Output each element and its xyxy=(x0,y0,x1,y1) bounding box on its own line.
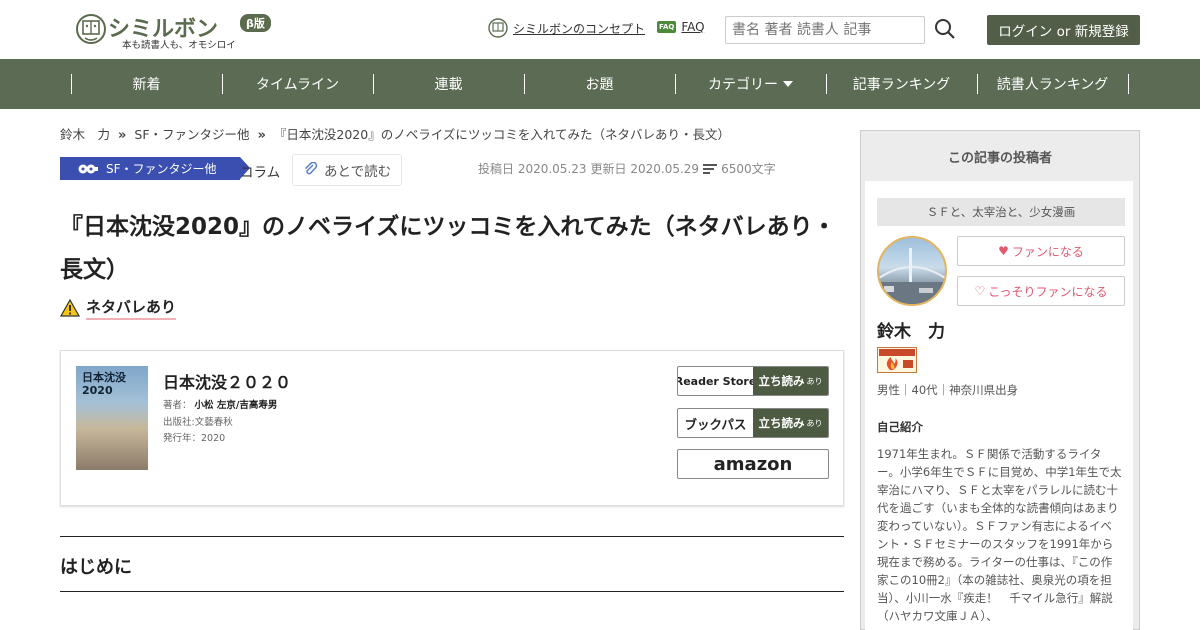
posted-date: 投稿日 2020.05.23 xyxy=(478,162,587,176)
nav-item-category[interactable]: カテゴリー xyxy=(675,59,826,109)
author-meta: 男性｜40代｜神奈川県出身 xyxy=(877,383,1019,397)
book-cover-title: 日本沈没2020 xyxy=(82,371,126,397)
faq-icon: FAQ xyxy=(657,21,677,33)
book-year: 発行年：2020 xyxy=(163,433,226,444)
article-title: 『日本沈没2020』のノベライズにツッコミを入れてみた（ネタバレあり・長文） xyxy=(60,214,836,283)
read-later-label: あとで読む xyxy=(324,164,392,180)
category-badge-label: SF・ファンタジー他 xyxy=(106,162,217,176)
avatar[interactable] xyxy=(877,236,947,306)
nav-item-label: 読書人ランキング xyxy=(996,77,1109,93)
text-lines-icon xyxy=(703,163,718,174)
store-action-label: 立ち読み xyxy=(758,374,805,388)
nav-item-timeline[interactable]: タイムライン xyxy=(222,59,373,109)
faq-link-label[interactable]: FAQ xyxy=(681,20,704,34)
amazon-logo: amazon xyxy=(713,453,793,475)
author-sidebar: この記事の投稿者 ＳＦと、太宰治と、少女漫画 ♥ ファンになる ♡ こっそりファ… xyxy=(860,130,1140,630)
concept-link-label[interactable]: シミルボンのコンセプト xyxy=(513,20,645,37)
store-action: 立ち読み あり xyxy=(753,409,828,437)
site-logo[interactable]: シミルボン β版 本も読書人も、オモシロイ xyxy=(76,10,276,51)
author-tagline: ＳＦと、太宰治と、少女漫画 xyxy=(877,198,1125,226)
nav-item-label: お題 xyxy=(585,77,614,93)
store-action-note: あり xyxy=(806,376,823,386)
book-author: 著者： 小松 左京/吉高寿男 xyxy=(163,397,277,411)
nav-item-label: 新着 xyxy=(132,77,161,93)
article-type-tag: コラム xyxy=(240,165,281,181)
category-badge[interactable]: SF・ファンタジー他 xyxy=(60,157,250,180)
nav-item-series[interactable]: 連載 xyxy=(373,59,524,109)
intro-text: 1971年生まれ。ＳＦ関係で活動するライター。小学6年生でＳＦに目覚め、中学1年… xyxy=(877,447,1122,623)
breadcrumb-separator: » xyxy=(118,128,127,143)
nav-item-label: タイムライン xyxy=(255,77,340,93)
breadcrumb-separator: » xyxy=(257,128,266,143)
intro-heading: 自己紹介 xyxy=(877,420,923,434)
section-divider xyxy=(60,536,844,537)
read-later-button[interactable]: あとで読む xyxy=(292,154,402,186)
spoiler-label: ネタバレあり xyxy=(86,296,177,320)
store-name: ブックパス xyxy=(684,416,747,432)
article-meta: 投稿日 2020.05.23 更新日 2020.05.29 6500文字 xyxy=(478,160,776,177)
breadcrumb-author[interactable]: 鈴木 力 xyxy=(60,127,110,142)
fan-button[interactable]: ♥ ファンになる xyxy=(957,236,1125,266)
spoiler-warning: ネタバレあり xyxy=(60,296,177,320)
sidebar-heading: この記事の投稿者 xyxy=(947,150,1052,166)
book-title[interactable]: 日本沈没２０２０ xyxy=(163,369,291,393)
fan-button-label: ファンになる xyxy=(1011,244,1084,259)
char-count: 6500文字 xyxy=(721,162,776,176)
secret-fan-button[interactable]: ♡ こっそりファンになる xyxy=(957,276,1125,306)
section-divider xyxy=(60,591,844,592)
book-mascot-icon xyxy=(488,18,508,38)
bookpass-button[interactable]: ブックパス 立ち読み あり xyxy=(677,408,829,438)
warning-icon xyxy=(60,299,80,317)
nav-divider xyxy=(1128,74,1129,94)
reader-store-button[interactable]: Reader Store 立ち読み あり xyxy=(677,366,829,396)
store-action-note: あり xyxy=(806,418,823,428)
nav-item-label: 記事ランキング xyxy=(852,77,951,93)
nav-item-new[interactable]: 新着 xyxy=(71,59,222,109)
heart-icon: ♥ xyxy=(998,244,1009,258)
faq-link[interactable]: FAQ FAQ xyxy=(657,20,705,34)
store-action: 立ち読み あり xyxy=(753,367,828,395)
breadcrumb-article: 『日本沈没2020』のノベライズにツッコミを入れてみた（ネタバレあり・長文） xyxy=(273,127,730,142)
author-name[interactable]: 鈴木 力 xyxy=(877,317,945,342)
book-author-label: 著者： xyxy=(163,400,192,411)
film-reel-icon xyxy=(78,164,98,173)
author-profile: ＳＦと、太宰治と、少女漫画 ♥ ファンになる ♡ こっそりファンになる 鈴木 力 xyxy=(865,181,1133,630)
nav-item-label: 連載 xyxy=(434,77,463,93)
book-card: 日本沈没2020 日本沈没２０２０ 著者： 小松 左京/吉高寿男 出版社:文藝春… xyxy=(60,350,844,506)
book-author-name[interactable]: 小松 左京/吉高寿男 xyxy=(195,400,278,411)
amazon-button[interactable]: amazon xyxy=(677,449,829,479)
section-heading: はじめに xyxy=(60,557,132,578)
secret-fan-button-label: こっそりファンになる xyxy=(988,284,1108,299)
torch-level-icon xyxy=(879,349,915,370)
beta-badge: β版 xyxy=(240,14,271,32)
chevron-down-icon xyxy=(783,81,793,87)
main-nav: 新着 タイムライン 連載 お題 カテゴリー 記事ランキング 読書人ランキング xyxy=(0,59,1200,109)
paperclip-icon xyxy=(304,162,318,175)
nav-item-article-ranking[interactable]: 記事ランキング xyxy=(826,59,977,109)
search-icon[interactable] xyxy=(934,18,956,40)
nav-item-topics[interactable]: お題 xyxy=(524,59,675,109)
store-name: Reader Store xyxy=(677,374,757,388)
torch-badge-icon xyxy=(877,347,917,373)
book-publisher: 出版社:文藝春秋 xyxy=(163,417,233,428)
book-mascot-icon xyxy=(76,14,106,44)
store-action-label: 立ち読み xyxy=(758,416,805,430)
breadcrumb-category[interactable]: SF・ファンタジー他 xyxy=(134,127,249,142)
concept-link[interactable]: シミルボンのコンセプト xyxy=(488,18,645,38)
nav-item-reader-ranking[interactable]: 読書人ランキング xyxy=(977,59,1128,109)
logo-tagline: 本も読書人も、オモシロイ xyxy=(122,40,236,51)
updated-date: 更新日 2020.05.29 xyxy=(590,162,700,176)
search-input[interactable] xyxy=(725,16,925,44)
breadcrumb: 鈴木 力 » SF・ファンタジー他 » 『日本沈没2020』のノベライズにツッコ… xyxy=(60,124,730,143)
nav-item-label: カテゴリー xyxy=(708,77,778,93)
bridge-photo-icon xyxy=(879,248,945,304)
login-button[interactable]: ログイン or 新規登録 xyxy=(987,15,1140,45)
site-header: シミルボン β版 本も読書人も、オモシロイ シミルボンのコンセプト FAQ FA… xyxy=(0,0,1200,59)
speech-heart-icon: ♡ xyxy=(974,284,986,298)
book-cover-image[interactable]: 日本沈没2020 xyxy=(76,366,148,470)
